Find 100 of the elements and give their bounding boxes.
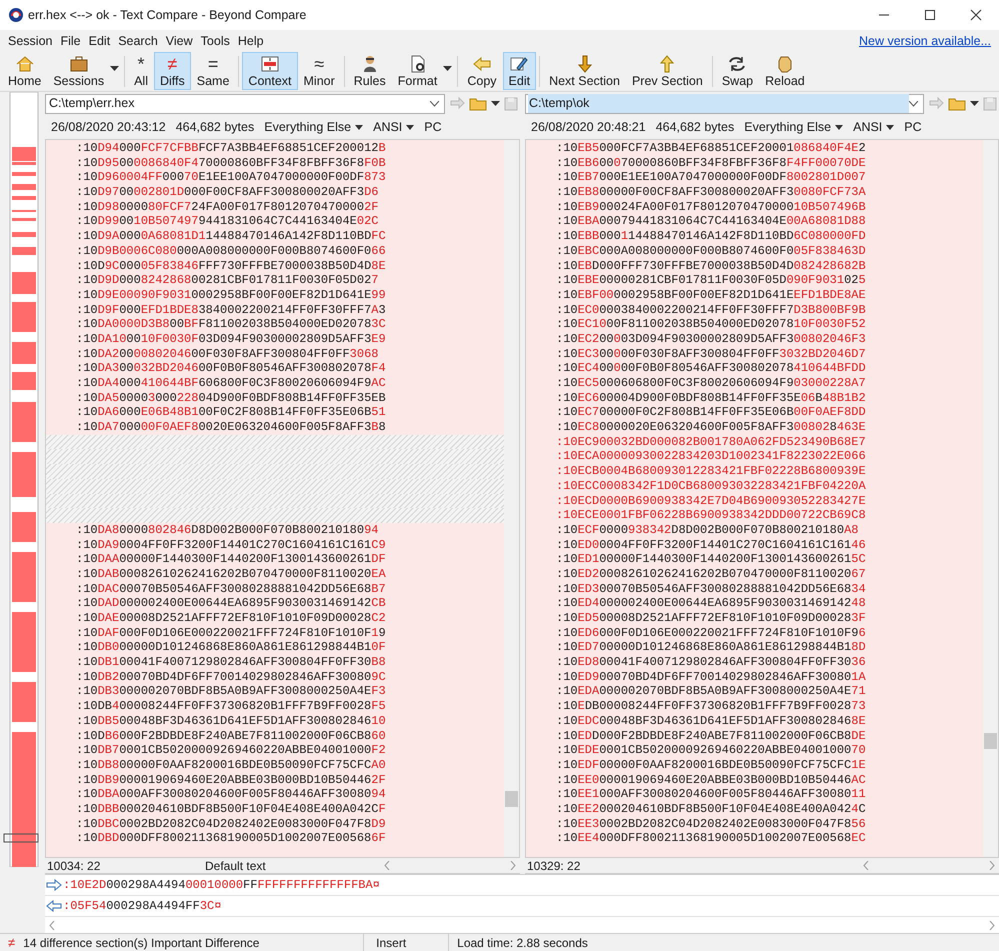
menu-item[interactable]: Help: [234, 32, 268, 50]
format-dropdown[interactable]: Everything Else: [264, 118, 364, 136]
hex-line: :10DA700000F0AEF80020E063204600F005F8AFF3B8: [76, 420, 387, 435]
scroll-left-icon: [49, 920, 55, 930]
hex-line: :10EB900024FA00F017F801207047000010B507496B: [556, 200, 867, 214]
hex-line: :10D990010B5074979441831064C7C44163404E02C: [76, 214, 380, 230]
hex-line: :10ECA00000930022834203D1002341F8223022E066: [556, 449, 867, 464]
hex-line: :10EC5000606800F0C3F80020606094F903000228A7: [556, 376, 867, 391]
swap-icon: [727, 54, 748, 72]
path-field[interactable]: C:\temp\ok: [525, 94, 924, 114]
toolbar-button[interactable]: Context: [242, 52, 298, 90]
hex-line: :10D9B0006C080000A008000000F000B8074600F066: [76, 244, 387, 258]
toolbar-button[interactable]: Swap: [716, 52, 760, 90]
menu-item[interactable]: Session: [4, 32, 56, 50]
hex-line: :10DA0000D3B800BFF811002038B504000ED020783C: [76, 317, 387, 332]
menu-item[interactable]: Edit: [84, 32, 114, 50]
toolbar-button[interactable]: Home: [2, 52, 48, 90]
folder-icon: [469, 96, 487, 110]
hex-line: :10EC600004D900F0BDF808B14FF0FF35E06B48B1B2: [556, 390, 867, 406]
line-ending-label: PC: [424, 118, 442, 136]
file-size: 464,682 bytes: [656, 118, 734, 136]
hex-line: :10EBE00000281CBF017811F0030F05D090F9031025: [556, 273, 867, 288]
hex-line: :10EB800000F00CF8AFF300800020AFF30080FCF73A: [556, 185, 867, 200]
hex-line: :10EDA000002070BDF8B5A0B9AFF3008000250A4E71: [556, 684, 867, 700]
arrow-right-icon: [449, 96, 465, 110]
hex-line: :10EB7000E1EE100A7047000000F00DF8002801D007: [556, 170, 867, 186]
menu-item[interactable]: File: [56, 32, 85, 50]
hex-line: :10EE4000DFF800211368190005D1002007E00568EC: [556, 831, 867, 846]
hex-line: :10DB400008244FF0FF37306820B1FFF7B9FF0028F5: [76, 699, 387, 714]
format-dropdown[interactable]: Everything Else: [744, 118, 844, 136]
hex-line: :10D960004FF00070E1EE100A7047000000F00DF873: [76, 170, 387, 186]
hex-line: :10DAF000F0D106E000220021FFF724F810F1010F19: [76, 626, 387, 640]
toolbar-button[interactable]: ≠ Diffs: [154, 52, 191, 90]
hex-line: :10DB6000F2BDBDE8F240ABE7F811002000F06CB860: [76, 728, 387, 744]
toolbar-glyph: ≈: [314, 54, 324, 74]
toolbar-button[interactable]: Sessions: [47, 52, 110, 90]
hex-line: :10DB9000019069460E20ABBE03B000BD10B504462F: [76, 772, 387, 788]
scroll-right-icon: [989, 920, 995, 930]
menu-item[interactable]: Search: [114, 32, 162, 50]
toolbar-button[interactable]: Prev Section: [626, 52, 709, 90]
text-mode-label: Default text: [205, 858, 266, 874]
path-field[interactable]: C:\temp\err.hex: [45, 94, 445, 114]
hex-line: :10EB5000FCF7A3BB4EF68851CEF20001086840F4E2: [556, 141, 867, 156]
caret-icon: [886, 124, 894, 130]
hex-line: :10ED100000F1440300F1440200F13001436002615C: [556, 552, 867, 567]
scroll-right-icon: [989, 861, 995, 870]
scroll-left-icon: [384, 861, 390, 870]
hex-line: :10DBB000204610BDF8B500F10F04E408E400A042CF: [76, 802, 387, 817]
toolbar-button[interactable]: = Same: [190, 52, 236, 90]
hex-line: :10EC900032BD000082B001780A062FD523490B68E7: [556, 434, 867, 450]
encoding-dropdown[interactable]: ANSI: [853, 118, 894, 136]
scrollbar-thumb[interactable]: [505, 791, 518, 807]
arrow-left-icon: [472, 54, 492, 72]
difference-summary: 14 difference section(s) Important Difference: [23, 934, 260, 951]
file-timestamp: 26/08/2020 20:43:12: [51, 118, 166, 136]
scrollbar-thumb[interactable]: [984, 733, 997, 749]
hex-line: :10DB000000D101246868E860A861E861298844B10F: [76, 640, 387, 656]
hex-line: :10D9E00090F90310002958BF00F00EF82D1D641E99: [76, 288, 387, 303]
caret-icon: [355, 124, 364, 130]
hex-line: :10DB800000F0AAF8200016BDE0B50090FCF75CFCA0: [76, 758, 387, 773]
menu-item[interactable]: Tools: [196, 32, 234, 50]
scroll-left-icon: [863, 861, 869, 870]
toolbar-button[interactable]: Edit: [502, 52, 536, 90]
hex-line: :10DB100041F4007129802846AFF300804FF0FF30B8: [76, 655, 387, 670]
hex-line: :10D9A0000A68081D114488470146A142F8D110BDFC: [76, 229, 387, 244]
toolbar-button[interactable]: * All: [128, 52, 154, 90]
compare-line: :05F54000298A4494FF3C¤: [63, 898, 222, 915]
toolbar-button[interactable]: Rules: [348, 52, 392, 90]
close-icon: [970, 9, 982, 21]
hex-line: :10DA90004FF0FF3200F14401C270C1604161C161C9: [76, 538, 387, 552]
maximize-icon: [924, 9, 936, 21]
scroll-right-icon: [510, 861, 516, 870]
hex-line: :10DB500048BF3D46361D641EF5D1AFF30080284610: [76, 714, 387, 728]
menu-item[interactable]: View: [162, 32, 197, 50]
hex-line: :10ED4000002400E00644EA6895F903003146914248: [556, 596, 867, 611]
hex-line: :10D98000080FCF724FA00F017F80120704700002F: [76, 200, 380, 214]
hex-line: :10DA4000410644BF606800F0C3F80020606094F9AC: [76, 376, 387, 391]
toolbar-button[interactable]: Reload: [759, 52, 811, 90]
hex-line: :10EE30002BD2082C04D2082402E0083000F047F856: [556, 816, 867, 832]
hex-line: :10EBC000A008000000F000B8074600F005F838463D: [556, 244, 867, 258]
toolbar-button[interactable]: Format: [392, 52, 444, 90]
hex-line: :10DAB00082610262416202B070470000F8110020EA: [76, 566, 387, 582]
hex-line: :10DA100010F0030F03D094F90300002809D5AFF3E9: [76, 332, 387, 347]
hex-line: :10EC200003D094F90300002809D5AFF300802046F3: [556, 332, 867, 347]
caret-icon: [491, 101, 500, 106]
hex-line: :10DBA000AFF30080204600F005F80446AFF3008094: [76, 787, 387, 802]
line-ending-label: PC: [904, 118, 922, 136]
toolbar-button[interactable]: Copy: [461, 52, 503, 90]
update-link[interactable]: New version available...: [858, 32, 991, 50]
encoding-dropdown[interactable]: ANSI: [373, 118, 414, 136]
app-logo-icon: [8, 7, 24, 23]
caret-icon: [406, 124, 414, 130]
window-title: err.hex <--> ok - Text Compare - Beyond Compare: [28, 6, 306, 24]
hex-line: :10EC00003840002200214FF0FF30FFF7D3B800BF9B: [556, 302, 867, 318]
hex-line: :10D9C00005F83846FFF730FFFBE7000038B50D4D8E: [76, 258, 387, 274]
hex-line: :10EDE0001CB50200009269460220ABBE0400100070: [556, 743, 867, 758]
toolbar-button[interactable]: Next Section: [543, 52, 626, 90]
hex-line: :10DBC0002BD2082C04D2082402E0083000F047F8D9: [76, 816, 387, 832]
toolbar-button[interactable]: ≈ Minor: [298, 52, 341, 90]
hex-line: :10EB600070000860BFF34F8FBFF36F8F4FF00070DE: [556, 156, 867, 170]
